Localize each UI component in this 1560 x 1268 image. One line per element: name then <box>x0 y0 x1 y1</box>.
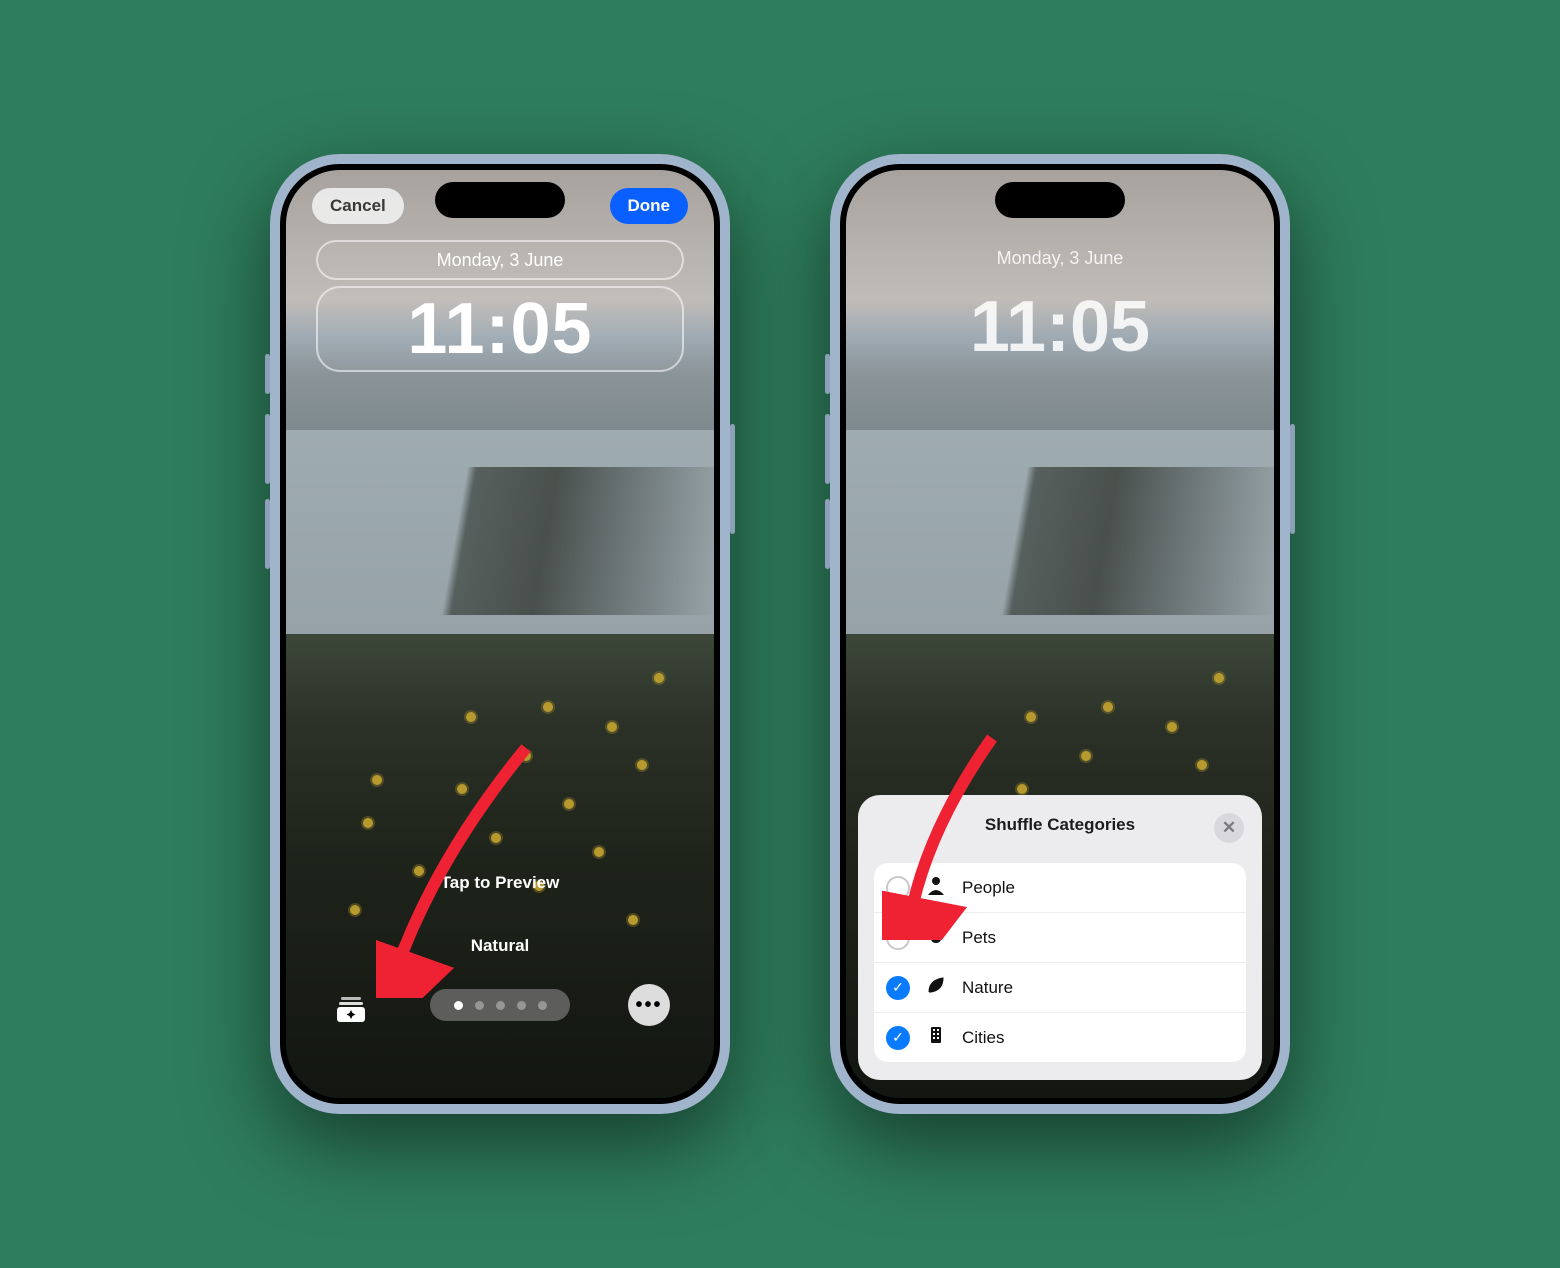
filter-name-label: Natural <box>286 936 714 956</box>
date-label: Monday, 3 June <box>846 248 1274 269</box>
category-label: Nature <box>962 978 1013 998</box>
date-label: Monday, 3 June <box>437 250 564 271</box>
phone-silent-switch <box>825 354 830 394</box>
category-checkbox[interactable]: ✓ <box>886 976 910 1000</box>
page-dot <box>517 1001 526 1010</box>
lock-screen-with-sheet: Monday, 3 June 11:05 Shuffle Categories … <box>846 170 1274 1098</box>
leaf-icon <box>924 975 948 1000</box>
phone-left: Cancel Done Monday, 3 June 11:05 Tap to … <box>270 154 730 1114</box>
time-label: 11:05 <box>407 288 592 370</box>
phone-vol-up <box>265 414 270 484</box>
category-list: People Pets ✓ <box>874 863 1246 1062</box>
category-label: Pets <box>962 928 996 948</box>
category-row-people[interactable]: People <box>874 863 1246 912</box>
sheet-title: Shuffle Categories <box>985 815 1135 835</box>
dynamic-island <box>435 182 565 218</box>
category-checkbox[interactable] <box>886 876 910 900</box>
filter-page-indicator[interactable] <box>430 989 570 1021</box>
page-dot <box>454 1001 463 1010</box>
category-row-pets[interactable]: Pets <box>874 912 1246 962</box>
phone-silent-switch <box>265 354 270 394</box>
phone-side-button <box>730 424 735 534</box>
category-label: Cities <box>962 1028 1005 1048</box>
page-dot <box>475 1001 484 1010</box>
category-row-cities[interactable]: ✓ Cities <box>874 1012 1246 1062</box>
phone-vol-up <box>825 414 830 484</box>
more-options-button[interactable]: ••• <box>628 984 670 1026</box>
phone-right: Monday, 3 June 11:05 Shuffle Categories … <box>830 154 1290 1114</box>
done-button[interactable]: Done <box>610 188 689 224</box>
category-row-nature[interactable]: ✓ Nature <box>874 962 1246 1012</box>
paw-icon <box>924 925 948 950</box>
cancel-button[interactable]: Cancel <box>312 188 404 224</box>
time-label: 11:05 <box>846 286 1274 368</box>
category-checkbox[interactable]: ✓ <box>886 1026 910 1050</box>
phone-vol-down <box>825 499 830 569</box>
sheet-close-button[interactable]: ✕ <box>1214 813 1244 843</box>
close-icon: ✕ <box>1222 818 1236 838</box>
category-checkbox[interactable] <box>886 926 910 950</box>
time-widget-capsule[interactable]: 11:05 <box>316 286 684 372</box>
person-icon <box>924 875 948 900</box>
ellipsis-icon: ••• <box>635 994 662 1017</box>
dynamic-island <box>995 182 1125 218</box>
phone-side-button <box>1290 424 1295 534</box>
page-dot <box>538 1001 547 1010</box>
category-label: People <box>962 878 1015 898</box>
phone-vol-down <box>265 499 270 569</box>
tap-to-preview-label[interactable]: Tap to Preview <box>286 873 714 893</box>
building-icon <box>924 1025 948 1050</box>
shuffle-photos-button[interactable] <box>330 984 372 1026</box>
lock-screen-editor: Cancel Done Monday, 3 June 11:05 Tap to … <box>286 170 714 1098</box>
date-widget-capsule[interactable]: Monday, 3 June <box>316 240 684 280</box>
page-dot <box>496 1001 505 1010</box>
shuffle-categories-sheet: Shuffle Categories ✕ People <box>858 795 1262 1080</box>
photo-stack-sparkle-icon <box>334 992 368 1026</box>
